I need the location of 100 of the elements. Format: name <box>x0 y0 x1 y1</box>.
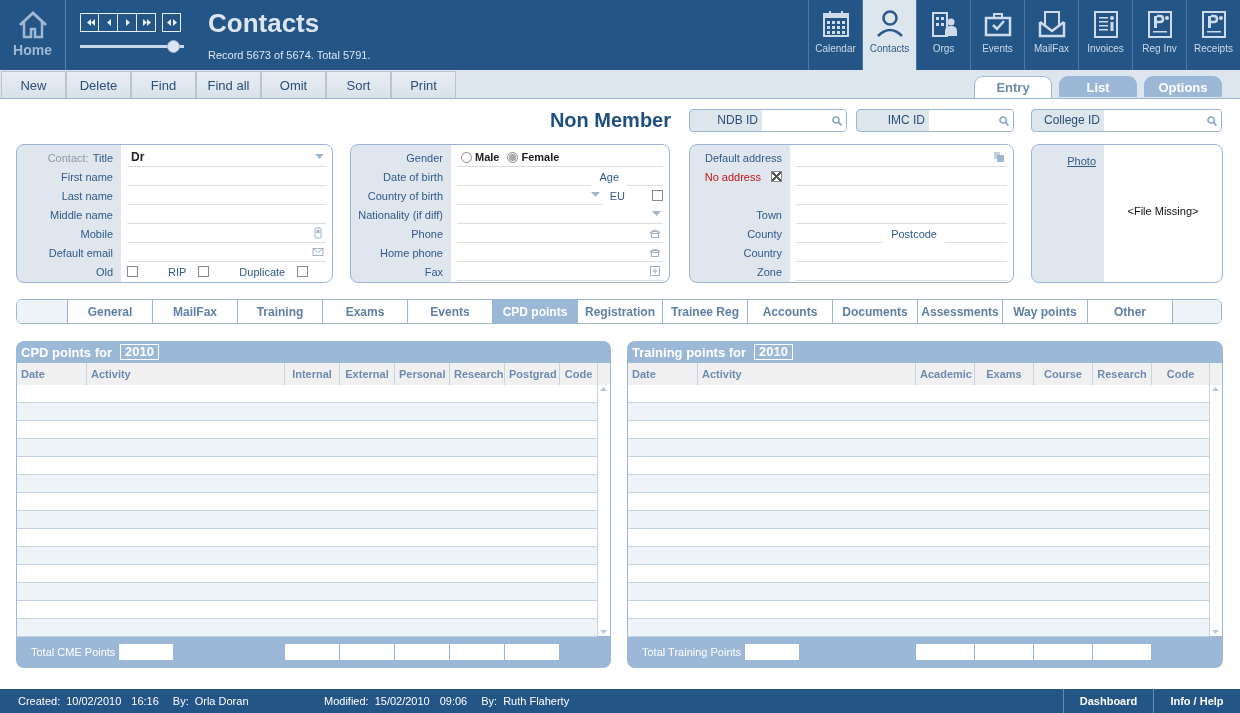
radio-label: Male <box>475 151 500 163</box>
total-field[interactable] <box>975 643 1033 660</box>
total-field[interactable] <box>285 643 339 660</box>
toolbar-button[interactable]: Delete <box>66 71 131 98</box>
total-field[interactable] <box>450 643 504 660</box>
window-title: Contacts <box>208 8 321 39</box>
record-tab[interactable]: Assessments <box>918 300 1003 323</box>
last-record-button[interactable] <box>137 13 156 32</box>
field-label: Gender <box>406 151 443 164</box>
status-date: 15/02/2010 <box>374 695 430 707</box>
total-field[interactable] <box>119 643 174 660</box>
total-field[interactable] <box>745 643 800 660</box>
field-label: Age <box>598 170 620 183</box>
scroll-up-arrow-icon <box>598 385 609 393</box>
field-label: Default email <box>48 246 113 259</box>
dropdown-caret-icon <box>652 211 661 217</box>
total-field[interactable] <box>1093 643 1151 660</box>
envelope-icon <box>1036 9 1067 39</box>
table-title: CPD points for <box>21 344 112 360</box>
toolbar-button[interactable]: Print <box>391 71 456 98</box>
field-label: Middle name <box>50 208 113 221</box>
radio-label: Female <box>521 151 560 163</box>
field-label: Phone <box>411 227 443 240</box>
photo-link[interactable]: Photo <box>1067 155 1096 167</box>
text-field[interactable] <box>127 224 326 243</box>
radio-button[interactable] <box>461 151 472 163</box>
status-label: Created: <box>18 695 61 707</box>
plus-box-icon <box>649 265 661 277</box>
field-label: Town <box>756 208 782 221</box>
toolbar-button[interactable]: Sort <box>326 71 391 98</box>
toolbar-button[interactable]: New <box>1 71 66 98</box>
field-label: Last name <box>61 189 113 202</box>
double-right-arrow-icon <box>140 16 152 29</box>
checkbox[interactable] <box>198 266 210 277</box>
field-label: County <box>747 227 782 240</box>
footer-button[interactable]: Dashboard <box>1063 689 1153 713</box>
scrollbar[interactable] <box>597 385 610 636</box>
status-label: Modified: <box>324 695 369 707</box>
dropdown-caret-icon <box>315 154 324 160</box>
module-button[interactable]: Contacts <box>862 0 916 70</box>
field-label: Country <box>743 246 782 259</box>
field-label: Country of birth <box>367 189 443 202</box>
view-tab[interactable]: Entry <box>974 76 1052 98</box>
field-label: Mobile <box>80 227 113 240</box>
file-missing-message: <File Missing> <box>1126 204 1200 219</box>
total-field[interactable] <box>395 643 449 660</box>
envelope-icon <box>312 246 324 258</box>
home-icon <box>16 10 49 40</box>
telephone-icon <box>649 227 661 239</box>
previous-record-button[interactable] <box>99 13 118 32</box>
jump-record-button[interactable] <box>162 13 181 32</box>
status-time: 09:06 <box>439 695 468 707</box>
total-label: Total Training Points <box>642 645 742 658</box>
tab-spacer <box>1173 300 1221 323</box>
search-icon <box>1207 115 1217 126</box>
user-name: Orla Doran <box>194 695 249 707</box>
copy-icon <box>993 151 1005 163</box>
user-name: Ruth Flaherty <box>503 695 570 707</box>
dropdown-field[interactable]: Dr <box>127 148 326 167</box>
toolbar-button[interactable]: Find <box>131 71 196 98</box>
status-label: By: <box>172 695 189 707</box>
field-label: First name <box>61 170 113 183</box>
field-label: Nationality (if diff) <box>358 208 443 221</box>
scroll-down-arrow-icon <box>1210 628 1221 636</box>
footer-button[interactable]: Info / Help <box>1153 689 1240 713</box>
scroll-up-arrow-icon <box>1210 385 1221 393</box>
checkbox[interactable] <box>297 266 309 277</box>
field-label: Date of birth <box>383 170 443 183</box>
field-label: College ID <box>1042 112 1101 129</box>
left-right-arrow-icon <box>165 16 178 29</box>
toolbar-button[interactable]: Find all <box>196 71 261 98</box>
status-date: 10/02/2010 <box>66 695 122 707</box>
next-record-button[interactable] <box>118 13 137 32</box>
mobile-phone-icon <box>312 227 324 239</box>
calendar-icon <box>820 9 851 39</box>
radio-button[interactable] <box>507 151 519 163</box>
scrollbar[interactable] <box>1209 385 1222 636</box>
total-field[interactable] <box>916 643 974 660</box>
checkbox[interactable] <box>127 266 138 277</box>
field-label: Fax <box>424 265 443 278</box>
total-field[interactable] <box>340 643 394 660</box>
checkbox-label: RIP <box>168 265 187 278</box>
record-info: Record 5673 of 5674. Total 5791. <box>208 49 371 61</box>
first-record-button[interactable] <box>80 13 99 32</box>
dropdown-caret-icon <box>590 192 600 198</box>
field-label: NDB ID <box>716 112 759 129</box>
field-label: No address <box>704 170 761 183</box>
slider-thumb[interactable] <box>167 40 181 53</box>
telephone-icon <box>649 246 661 258</box>
field-label: Home phone <box>380 246 443 259</box>
field-prefix: Contact: <box>47 151 89 164</box>
checkbox[interactable] <box>771 171 782 182</box>
total-field[interactable] <box>1034 643 1092 660</box>
checkbox[interactable] <box>652 190 663 201</box>
total-field[interactable] <box>505 643 559 660</box>
status-label: By: <box>481 695 498 707</box>
field-label: IMC ID <box>886 112 926 129</box>
toolbar-button[interactable]: Omit <box>261 71 326 98</box>
status-time: 16:16 <box>131 695 159 707</box>
table-title: Training points for <box>632 344 747 360</box>
